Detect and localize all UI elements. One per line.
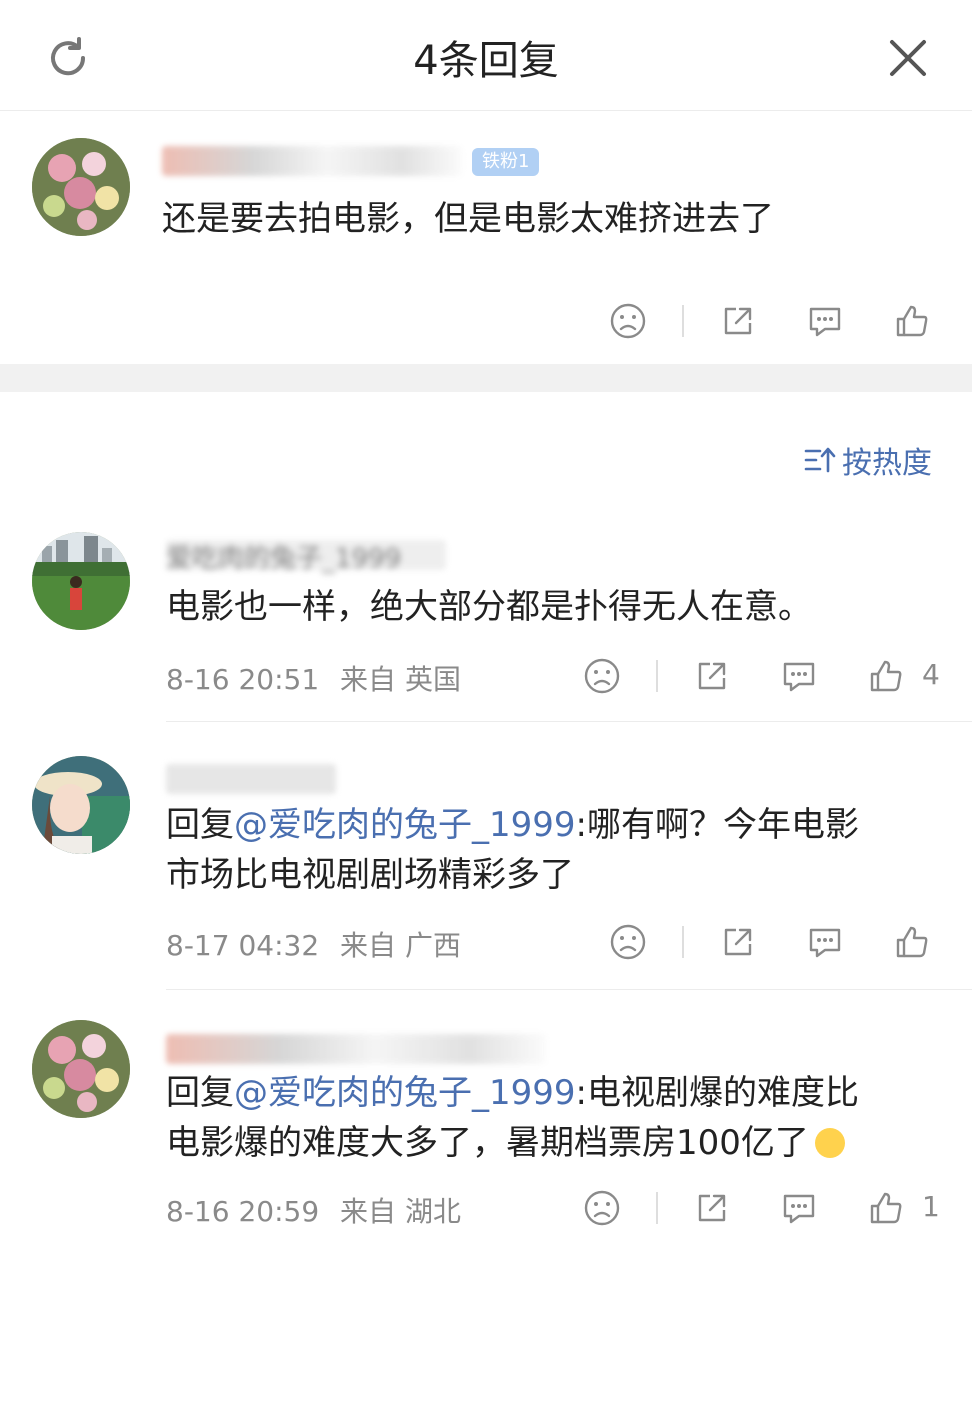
comment-icon <box>779 1188 819 1228</box>
like-button[interactable] <box>862 1184 910 1232</box>
section-divider-band <box>0 364 972 392</box>
avatar[interactable] <box>32 1020 130 1118</box>
share-icon <box>692 1188 732 1228</box>
avatar[interactable] <box>32 756 130 854</box>
share-icon <box>692 656 732 696</box>
from-label: 来自 <box>340 929 397 962</box>
reply-prefix: 回复 <box>166 1073 234 1113</box>
share-button[interactable] <box>688 1184 736 1232</box>
comment-button[interactable] <box>801 918 849 966</box>
comment-button[interactable] <box>801 297 849 345</box>
comment-icon <box>805 301 845 341</box>
like-icon <box>866 1188 906 1228</box>
timestamp: 8-16 20:59 <box>166 1195 320 1228</box>
girl-avatar-image <box>32 756 130 854</box>
comment-button[interactable] <box>775 1184 823 1232</box>
sort-icon <box>804 447 836 473</box>
close-button[interactable] <box>880 30 936 86</box>
reply-text-line-2: 市场比电视剧剧场精彩多了 <box>166 855 574 895</box>
sort-by-hotness-button[interactable]: 按热度 <box>804 438 932 482</box>
share-icon <box>718 922 758 962</box>
dislike-button[interactable] <box>578 1184 626 1232</box>
comment-button[interactable] <box>775 652 823 700</box>
flower-avatar-image <box>32 1020 130 1118</box>
like-count: 1 <box>922 1190 940 1223</box>
share-icon <box>718 301 758 341</box>
action-separator <box>682 926 684 958</box>
location: 湖北 <box>404 1195 461 1228</box>
close-icon <box>890 40 926 76</box>
username[interactable]: 爱吃肉的兔子_1999 <box>166 540 446 574</box>
action-separator <box>656 660 658 692</box>
park-avatar-image <box>32 532 130 630</box>
share-button[interactable] <box>688 652 736 700</box>
reply-meta: 8-16 20:59 来自 湖北 <box>166 1190 461 1230</box>
reply-meta: 8-16 20:51 来自 英国 <box>166 658 461 698</box>
username-blurred[interactable] <box>162 146 462 176</box>
page-title: 4条回复 <box>413 38 559 84</box>
reply-divider <box>166 721 972 722</box>
like-icon <box>866 656 906 696</box>
reply-text-line-1: 回复@爱吃肉的兔子_1999:哪有啊？今年电影 <box>166 800 859 850</box>
dislike-face-icon <box>582 656 622 696</box>
root-comment-text: 还是要去拍电影，但是电影太难挤进去了 <box>162 199 774 239</box>
reply-divider <box>166 989 972 990</box>
timestamp: 8-17 04:32 <box>166 929 320 962</box>
action-separator <box>682 305 684 337</box>
like-count: 4 <box>922 658 940 691</box>
dislike-button[interactable] <box>578 652 626 700</box>
share-button[interactable] <box>714 918 762 966</box>
sort-label: 按热度 <box>842 446 932 481</box>
from-label: 来自 <box>340 1195 397 1228</box>
timestamp: 8-16 20:51 <box>166 663 320 696</box>
top-bar: 4条回复 <box>0 0 972 111</box>
reply-text-line-2: 电影爆的难度大多了，暑期档票房100亿了 <box>166 1118 845 1168</box>
mention-link[interactable]: @爱吃肉的兔子_1999 <box>234 1073 576 1113</box>
like-icon <box>892 922 932 962</box>
like-button[interactable] <box>888 297 936 345</box>
username-blurred[interactable] <box>166 1034 546 1064</box>
action-separator <box>656 1192 658 1224</box>
avatar[interactable] <box>32 532 130 630</box>
location: 英国 <box>404 663 461 696</box>
dislike-face-icon <box>582 1188 622 1228</box>
dislike-button[interactable] <box>604 297 652 345</box>
comment-icon <box>805 922 845 962</box>
share-button[interactable] <box>714 297 762 345</box>
reply-text: 电影也一样，绝大部分都是扑得无人在意。 <box>166 587 812 627</box>
username-text: 爱吃肉的兔子_1999 <box>166 544 402 574</box>
reply-meta: 8-17 04:32 来自 广西 <box>166 924 461 964</box>
like-button[interactable] <box>862 652 910 700</box>
comment-icon <box>779 656 819 696</box>
like-button[interactable] <box>888 918 936 966</box>
reply-prefix: 回复 <box>166 805 234 845</box>
mention-link[interactable]: @爱吃肉的兔子_1999 <box>234 805 576 845</box>
emoji-icon <box>814 1128 845 1158</box>
from-label: 来自 <box>340 663 397 696</box>
dislike-button[interactable] <box>604 918 652 966</box>
location: 广西 <box>404 929 461 962</box>
reply-text: :哪有啊？今年电影 <box>575 805 859 845</box>
dislike-face-icon <box>608 301 648 341</box>
like-icon <box>892 301 932 341</box>
reply-text: :电视剧爆的难度比 <box>575 1073 859 1113</box>
dislike-face-icon <box>608 922 648 962</box>
reply-text: 电影爆的难度大多了，暑期档票房100亿了 <box>166 1123 809 1163</box>
fan-badge: 铁粉1 <box>472 148 540 176</box>
username-blurred[interactable] <box>166 764 336 794</box>
avatar[interactable] <box>32 138 130 236</box>
flower-avatar-image <box>32 138 130 236</box>
reply-text-line-1: 回复@爱吃肉的兔子_1999:电视剧爆的难度比 <box>166 1068 859 1118</box>
